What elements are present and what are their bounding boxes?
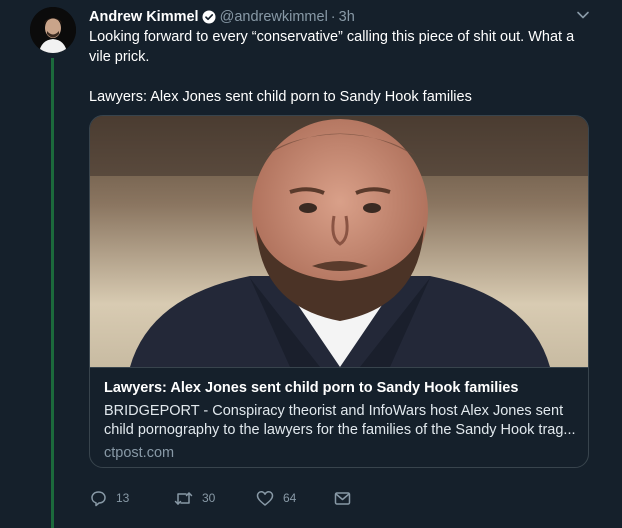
like-count: 64 xyxy=(283,491,297,505)
retweet-icon xyxy=(174,491,193,505)
avatar-image xyxy=(30,7,76,53)
separator-dot: · xyxy=(330,9,336,25)
tweet-actions: 13 30 64 xyxy=(90,488,351,508)
reply-icon xyxy=(91,490,106,506)
avatar[interactable] xyxy=(30,7,76,53)
author-handle[interactable]: @andrewkimmel xyxy=(220,9,328,25)
reply-count: 13 xyxy=(116,491,130,505)
direct-message-button[interactable] xyxy=(334,491,351,506)
card-body: Lawyers: Alex Jones sent child porn to S… xyxy=(90,367,588,467)
verified-badge-icon xyxy=(202,10,216,24)
tweet-text-line: Lawyers: Alex Jones sent child porn to S… xyxy=(89,89,472,105)
link-preview-card[interactable]: Lawyers: Alex Jones sent child porn to S… xyxy=(89,115,589,468)
card-description: BRIDGEPORT - Conspiracy theorist and Inf… xyxy=(104,403,576,438)
chevron-down-icon[interactable] xyxy=(576,10,590,20)
tweet-header: Andrew Kimmel @andrewkimmel · 3h xyxy=(89,8,355,26)
envelope-icon xyxy=(334,491,351,505)
card-image xyxy=(90,116,588,367)
tweet-timestamp[interactable]: 3h xyxy=(339,9,355,25)
reply-button[interactable]: 13 xyxy=(90,490,174,507)
tweet-text-line: Looking forward to every “conservative” … xyxy=(89,29,575,65)
tweet-text: Looking forward to every “conservative” … xyxy=(89,27,599,107)
thread-line xyxy=(51,58,54,528)
retweet-button[interactable]: 30 xyxy=(174,490,256,507)
like-button[interactable]: 64 xyxy=(256,490,334,507)
retweet-count: 30 xyxy=(202,491,216,505)
card-domain: ctpost.com xyxy=(104,445,175,461)
card-title[interactable]: Lawyers: Alex Jones sent child porn to S… xyxy=(104,379,576,398)
heart-icon xyxy=(256,490,274,506)
author-name[interactable]: Andrew Kimmel xyxy=(89,9,199,25)
